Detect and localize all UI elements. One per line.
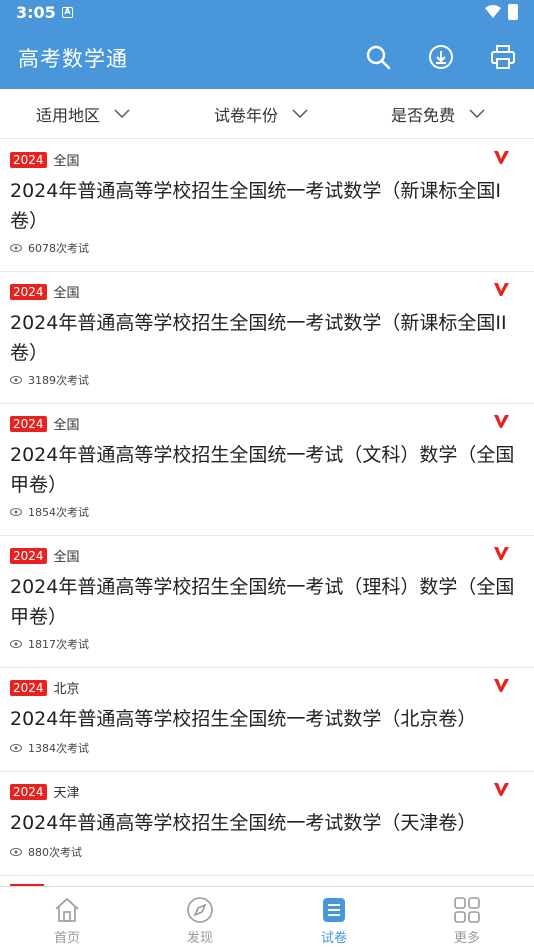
filter-bar: 适用地区 试卷年份 是否免费 — [0, 89, 534, 139]
notification-a-icon: A — [62, 7, 73, 18]
bottom-nav: 首页 发现 试卷 更多 — [0, 886, 534, 950]
region-label: 全国 — [53, 286, 80, 301]
exam-list-item[interactable]: 2024 天津 2024年普通高等学校招生全国统一考试数学（天津卷） 880次考… — [0, 772, 534, 876]
vip-icon — [494, 783, 509, 796]
nav-more-label: 更多 — [453, 931, 480, 946]
compass-icon — [187, 897, 213, 923]
battery-icon — [508, 4, 518, 20]
view-count: 3189次考试 — [10, 372, 89, 388]
exam-title: 2024年普通高等学校招生全国统一考试（文科）数学（全国甲卷） — [10, 444, 515, 496]
region-label: 全国 — [53, 550, 80, 565]
exam-title: 2024年普通高等学校招生全国统一考试（理科）数学（全国甲卷） — [10, 576, 515, 628]
exam-meta: 2024 天津 — [10, 782, 80, 801]
exam-title: 2024年普通高等学校招生全国统一考试数学（新课标全国I卷） — [10, 180, 501, 232]
year-badge: 2024 — [10, 547, 47, 564]
exam-meta: 2024 北京 — [10, 678, 80, 697]
exam-list-item[interactable]: 2024 全国 2024年普通高等学校招生全国统一考试（理科）数学（全国甲卷） … — [0, 536, 534, 668]
exam-meta: 2024 全国 — [10, 546, 80, 565]
region-label: 天津 — [53, 786, 80, 801]
filter-region-label: 适用地区 — [36, 106, 101, 125]
vip-icon — [494, 415, 509, 428]
view-count-text: 1817次考试 — [28, 638, 89, 651]
eye-icon — [10, 640, 22, 648]
eye-icon — [10, 744, 22, 752]
filter-year-label: 试卷年份 — [214, 106, 279, 125]
exam-list-item[interactable]: 2024 全国 2024年普通高等学校招生全国统一考试数学（新课标全国II卷） … — [0, 272, 534, 404]
region-label: 全国 — [53, 418, 80, 433]
year-badge: 2024 — [10, 151, 47, 168]
eye-icon — [10, 376, 22, 384]
vip-icon — [494, 283, 509, 296]
eye-icon — [10, 244, 22, 252]
nav-home[interactable]: 首页 — [0, 887, 134, 950]
exam-title: 2024年普通高等学校招生全国统一考试数学（新课标全国II卷） — [10, 312, 507, 364]
app-title: 高考数学通 — [18, 47, 128, 71]
exam-list-item[interactable]: 2024 全国 2024年普通高等学校招生全国统一考试数学（新课标全国I卷） 6… — [0, 140, 534, 272]
view-count-text: 1854次考试 — [28, 506, 89, 519]
nav-discover[interactable]: 发现 — [133, 887, 267, 950]
vip-icon — [494, 151, 509, 164]
nav-more[interactable]: 更多 — [400, 887, 534, 950]
status-time: 3:05 — [16, 3, 56, 22]
grid-icon — [454, 897, 480, 923]
year-badge: 2024 — [10, 415, 47, 432]
year-badge: 2024 — [10, 283, 47, 300]
view-count: 1854次考试 — [10, 504, 89, 520]
exam-title: 2024年普通高等学校招生全国统一考试数学（北京卷） — [10, 708, 477, 730]
year-badge: 2024 — [10, 679, 47, 696]
filter-region[interactable]: 适用地区 — [36, 89, 130, 139]
chevron-down-icon — [469, 109, 485, 119]
view-count-text: 1384次考试 — [28, 742, 89, 755]
view-count: 880次考试 — [10, 844, 82, 860]
filter-year[interactable]: 试卷年份 — [214, 89, 308, 139]
view-count-text: 3189次考试 — [28, 374, 89, 387]
view-count: 1384次考试 — [10, 740, 89, 756]
year-badge: 2024 — [10, 783, 47, 800]
nav-home-label: 首页 — [53, 931, 80, 946]
view-count: 1817次考试 — [10, 636, 89, 652]
nav-discover-label: 发现 — [186, 931, 213, 946]
download-icon[interactable] — [427, 43, 455, 71]
wifi-icon — [485, 5, 501, 18]
filter-free[interactable]: 是否免费 — [391, 89, 485, 139]
eye-icon — [10, 848, 22, 856]
status-bar: 3:05 A — [0, 0, 534, 26]
exam-list-item[interactable]: 2024 北京 2024年普通高等学校招生全国统一考试数学（北京卷） 1384次… — [0, 668, 534, 772]
exam-meta: 2024 全国 — [10, 150, 80, 169]
nav-exams[interactable]: 试卷 — [267, 887, 401, 950]
region-label: 北京 — [53, 682, 80, 697]
filter-free-label: 是否免费 — [391, 106, 456, 125]
vip-icon — [494, 679, 509, 692]
print-icon[interactable] — [489, 43, 517, 71]
search-icon[interactable] — [364, 43, 392, 71]
view-count-text: 880次考试 — [28, 846, 82, 859]
exam-meta: 2024 全国 — [10, 282, 80, 301]
region-label: 全国 — [53, 154, 80, 169]
exam-meta: 2024 全国 — [10, 414, 80, 433]
app-bar: 高考数学通 — [0, 26, 534, 89]
vip-icon — [494, 547, 509, 560]
chevron-down-icon — [114, 109, 130, 119]
chevron-down-icon — [292, 109, 308, 119]
view-count-text: 6078次考试 — [28, 242, 89, 255]
eye-icon — [10, 508, 22, 516]
exam-title: 2024年普通高等学校招生全国统一考试数学（天津卷） — [10, 812, 477, 834]
exam-list-item[interactable]: 2024 全国 2024年普通高等学校招生全国统一考试（文科）数学（全国甲卷） … — [0, 404, 534, 536]
exam-paper-icon — [323, 898, 345, 922]
nav-exams-label: 试卷 — [320, 931, 347, 946]
view-count: 6078次考试 — [10, 240, 89, 256]
home-icon — [55, 897, 79, 922]
